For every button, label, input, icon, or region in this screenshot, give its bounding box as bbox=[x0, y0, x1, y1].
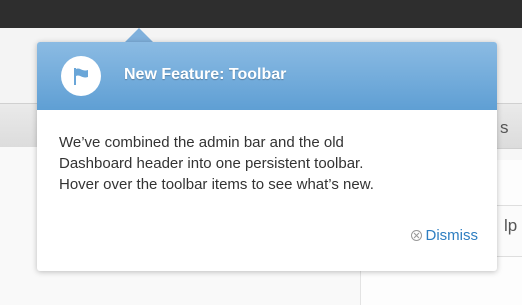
flag-icon bbox=[61, 56, 101, 96]
admin-toolbar bbox=[0, 0, 522, 28]
popup-body: We’ve combined the admin bar and the old… bbox=[59, 132, 479, 195]
popup-title: New Feature: Toolbar bbox=[124, 66, 287, 83]
background-partial-text: s bbox=[500, 118, 509, 137]
popup-header: New Feature: Toolbar bbox=[37, 42, 497, 110]
body-text-line: Dashboard header into one persistent too… bbox=[59, 155, 364, 172]
close-circle-icon[interactable] bbox=[410, 230, 422, 241]
body-text-line: Hover over the toolbar items to see what… bbox=[59, 176, 374, 193]
background-partial-text: lp bbox=[504, 216, 518, 235]
dismiss-link[interactable]: Dismiss bbox=[426, 227, 479, 244]
feature-pointer-popup: New Feature: Toolbar We’ve combined the … bbox=[37, 42, 497, 271]
pointer-arrow bbox=[125, 28, 153, 42]
body-text-line: We’ve combined the admin bar and the old bbox=[59, 134, 344, 151]
dismiss-button[interactable]: Dismiss bbox=[410, 227, 479, 244]
